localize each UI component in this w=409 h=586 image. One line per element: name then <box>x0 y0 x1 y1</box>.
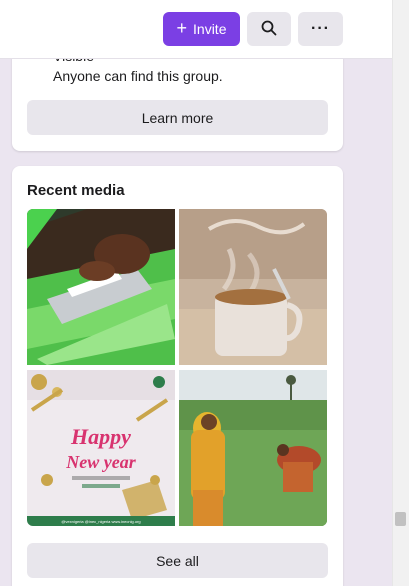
flyer-new-year-text: New year <box>65 452 136 472</box>
flyer-footer-text: @vexnigeria @inec_nigeria www.inecnig.or… <box>61 519 140 524</box>
media-thumbnail-coffee-mug[interactable] <box>179 209 327 365</box>
visibility-description: Anyone can find this group. <box>53 68 223 84</box>
more-horizontal-icon: ··· <box>311 20 330 37</box>
recent-media-card: Recent media Happy New year @vexnigeria … <box>12 166 343 586</box>
more-options-button[interactable]: ··· <box>298 12 343 46</box>
media-thumbnail-farm-field[interactable] <box>179 370 327 526</box>
top-toolbar: + Invite ··· <box>0 0 392 59</box>
scrollbar-thumb[interactable] <box>395 512 406 526</box>
plus-icon: + <box>176 18 188 38</box>
media-thumbnail-new-year-flyer[interactable]: Happy New year @vexnigeria @inec_nigeria… <box>27 370 175 526</box>
media-thumbnail-ballot-box[interactable] <box>27 209 175 365</box>
see-all-button[interactable]: See all <box>27 543 328 578</box>
search-button[interactable] <box>247 12 291 46</box>
invite-button[interactable]: + Invite <box>163 12 240 46</box>
invite-label: Invite <box>193 21 227 37</box>
recent-media-title: Recent media <box>27 182 125 199</box>
flyer-happy-text: Happy <box>70 424 131 449</box>
search-icon <box>261 20 277 39</box>
page-scrollbar[interactable] <box>392 0 409 586</box>
learn-more-button[interactable]: Learn more <box>27 100 328 135</box>
